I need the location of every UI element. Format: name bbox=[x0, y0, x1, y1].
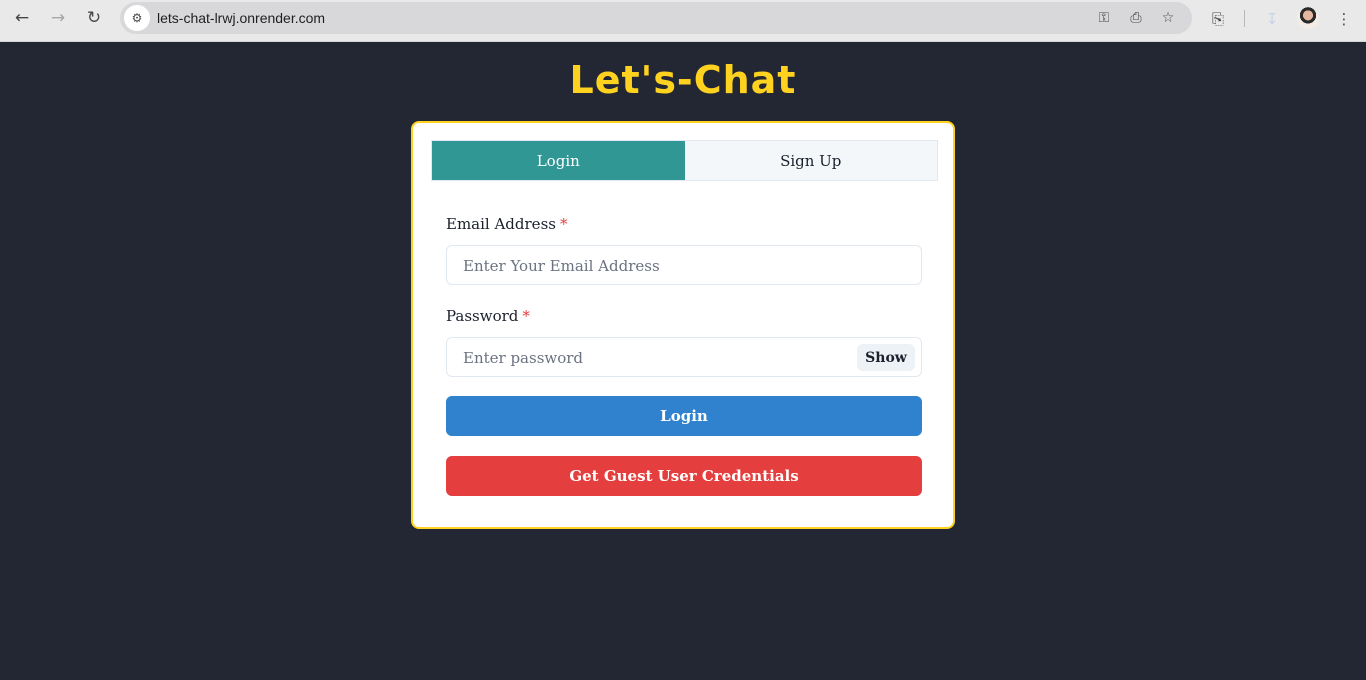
kebab-menu-icon: ⋮ bbox=[1336, 10, 1352, 28]
browser-menu-button[interactable]: ⋮ bbox=[1331, 6, 1357, 32]
install-app-button[interactable]: ⎙ bbox=[1125, 7, 1147, 29]
reload-button[interactable]: ↻ bbox=[78, 5, 110, 31]
password-field[interactable]: Enter password Show bbox=[446, 337, 922, 377]
password-label-text: Password bbox=[446, 307, 519, 325]
required-mark: * bbox=[522, 307, 530, 325]
password-label: Password * bbox=[446, 307, 530, 325]
auth-card: Login Sign Up Email Address * Enter Your … bbox=[411, 121, 955, 529]
bookmark-button[interactable]: ☆ bbox=[1157, 7, 1179, 29]
browser-toolbar: ← → ↻ ⚙ lets-chat-lrwj.onrender.com ⚿ ⎙ … bbox=[0, 0, 1366, 42]
reload-icon: ↻ bbox=[86, 8, 102, 28]
guest-credentials-button[interactable]: Get Guest User Credentials bbox=[446, 456, 922, 496]
login-button[interactable]: Login bbox=[446, 396, 922, 436]
required-mark: * bbox=[559, 215, 568, 233]
puzzle-icon: ⎘ bbox=[1211, 10, 1224, 28]
profile-avatar[interactable] bbox=[1297, 7, 1319, 29]
install-app-icon: ⎙ bbox=[1130, 10, 1142, 26]
extensions-button[interactable]: ⎘ bbox=[1205, 6, 1231, 32]
tab-sign-up[interactable]: Sign Up bbox=[684, 141, 937, 180]
app-title: Let's-Chat bbox=[569, 58, 797, 102]
email-label-text: Email Address bbox=[446, 215, 556, 233]
tab-login[interactable]: Login bbox=[432, 141, 685, 180]
password-manager-button[interactable]: ⚿ bbox=[1093, 7, 1115, 29]
email-field[interactable]: Enter Your Email Address bbox=[446, 245, 922, 285]
password-placeholder: Enter password bbox=[463, 349, 584, 367]
forward-button[interactable]: → bbox=[42, 5, 74, 31]
arrow-left-icon: ← bbox=[14, 8, 30, 28]
address-bar[interactable]: ⚙ lets-chat-lrwj.onrender.com ⚿ ⎙ ☆ bbox=[120, 2, 1192, 34]
site-info-button[interactable]: ⚙ bbox=[124, 5, 150, 31]
auth-tabs: Login Sign Up bbox=[431, 140, 938, 181]
arrow-right-icon: → bbox=[50, 8, 66, 28]
url-text[interactable]: lets-chat-lrwj.onrender.com bbox=[157, 10, 325, 26]
back-button[interactable]: ← bbox=[6, 5, 38, 31]
email-label: Email Address * bbox=[446, 215, 567, 233]
downloads-button[interactable]: ↧ bbox=[1259, 6, 1285, 32]
show-password-button[interactable]: Show bbox=[857, 344, 915, 371]
email-placeholder: Enter Your Email Address bbox=[463, 257, 660, 275]
key-icon: ⚿ bbox=[1098, 10, 1110, 26]
tune-icon: ⚙ bbox=[131, 11, 143, 25]
toolbar-divider bbox=[1244, 10, 1245, 27]
star-icon: ☆ bbox=[1161, 10, 1175, 26]
download-icon: ↧ bbox=[1265, 10, 1279, 28]
